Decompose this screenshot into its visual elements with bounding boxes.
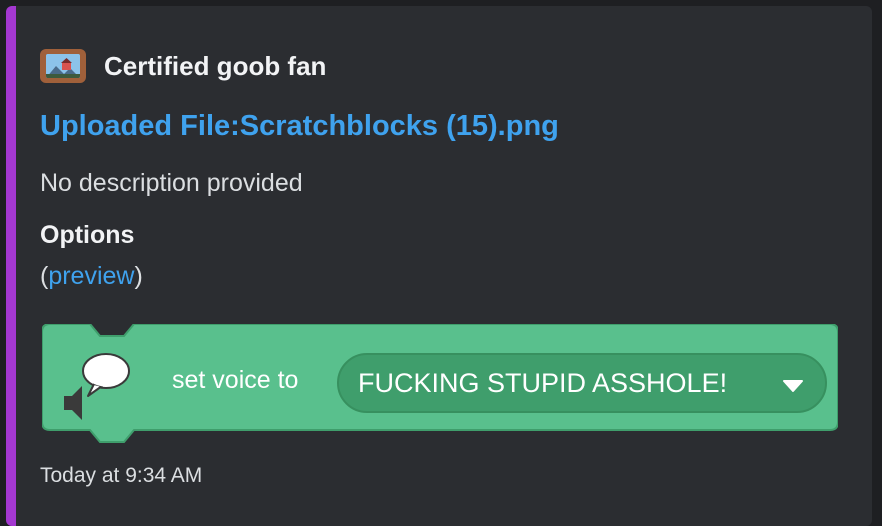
author-name[interactable]: Certified goob fan (104, 51, 326, 82)
framed-picture-icon (40, 49, 86, 83)
field-name: Options (40, 221, 135, 249)
scratch-block-image[interactable]: set voice to FUCKING STUPID ASSHOLE! (42, 324, 838, 448)
embed-accent-bar (6, 6, 16, 526)
embed-card: Certified goob fan Uploaded File:Scratch… (6, 6, 872, 526)
embed-description: No description provided (40, 169, 303, 197)
embed-author: Certified goob fan (40, 46, 326, 86)
dropdown-value: FUCKING STUPID ASSHOLE! (358, 368, 727, 398)
block-label: set voice to (172, 366, 298, 394)
embed-title-link[interactable]: Uploaded File:Scratchblocks (15).png (40, 110, 559, 143)
timestamp: Today at 9:34 AM (40, 464, 203, 487)
field-value: (preview) (40, 262, 143, 291)
close-paren: ) (134, 262, 143, 290)
preview-link[interactable]: preview (48, 262, 134, 290)
